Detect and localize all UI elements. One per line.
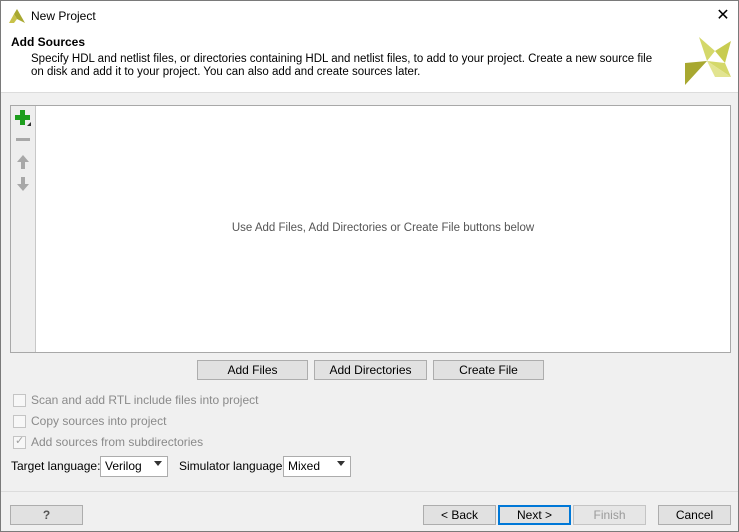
add-files-button[interactable]: Add Files [197,360,308,380]
sources-toolbar [11,106,36,352]
chevron-down-icon [154,461,162,466]
target-language-select[interactable]: Verilog [100,456,168,477]
target-language-label: Target language: [11,459,101,473]
add-directories-button[interactable]: Add Directories [314,360,427,380]
footer-divider [1,491,738,492]
simulator-language-value: Mixed [288,459,321,473]
remove-icon[interactable] [14,131,32,149]
help-button[interactable]: ? [10,505,83,525]
checkbox-box[interactable] [13,415,26,428]
title-bar: New Project ✕ [1,1,738,32]
move-up-icon[interactable] [14,153,32,171]
cancel-button[interactable]: Cancel [658,505,731,525]
finish-button[interactable]: Finish [573,505,646,525]
brand-logo-icon [685,37,731,85]
checkbox-label: Scan and add RTL include files into proj… [31,393,259,407]
checkbox-label: Copy sources into project [31,414,167,428]
new-project-dialog: New Project ✕ Add Sources Specify HDL an… [0,0,739,532]
chevron-down-icon [337,461,345,466]
target-language-value: Verilog [105,459,142,473]
simulator-language-label: Simulator language: [179,459,286,473]
checkmark-icon: ✓ [15,435,25,447]
page-header: Add Sources Specify HDL and netlist file… [1,32,738,93]
page-description: Specify HDL and netlist files, or direct… [31,53,653,78]
page-title: Add Sources [11,35,86,49]
add-icon[interactable] [14,109,32,127]
back-button[interactable]: < Back [423,505,496,525]
checkbox-box[interactable] [13,394,26,407]
close-button[interactable]: ✕ [708,1,738,31]
next-button[interactable]: Next > [498,505,571,525]
sources-list[interactable]: Use Add Files, Add Directories or Create… [10,105,731,353]
window-title: New Project [31,9,96,23]
move-down-icon[interactable] [14,175,32,193]
app-logo-icon [9,9,25,23]
create-file-button[interactable]: Create File [433,360,544,380]
checkbox-box[interactable]: ✓ [13,435,26,449]
empty-list-message: Use Add Files, Add Directories or Create… [231,222,535,234]
simulator-language-select[interactable]: Mixed [283,456,351,477]
checkbox-label: Add sources from subdirectories [31,435,204,449]
